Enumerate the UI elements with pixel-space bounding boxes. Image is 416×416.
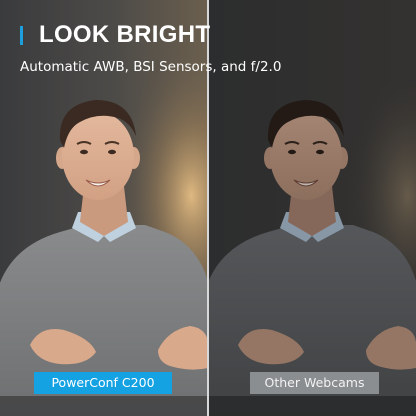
headline-title: LOOK BRIGHT — [39, 21, 211, 48]
headline-subtitle: Automatic AWB, BSI Sensors, and f/2.0 — [20, 59, 282, 75]
other-webcams-label: Other Webcams — [250, 372, 379, 394]
accent-bar — [20, 25, 23, 45]
comparison-image: LOOK BRIGHT Automatic AWB, BSI Sensors, … — [0, 0, 416, 416]
powerconf-label: PowerConf C200 — [34, 372, 172, 394]
headline: LOOK BRIGHT — [20, 21, 210, 49]
